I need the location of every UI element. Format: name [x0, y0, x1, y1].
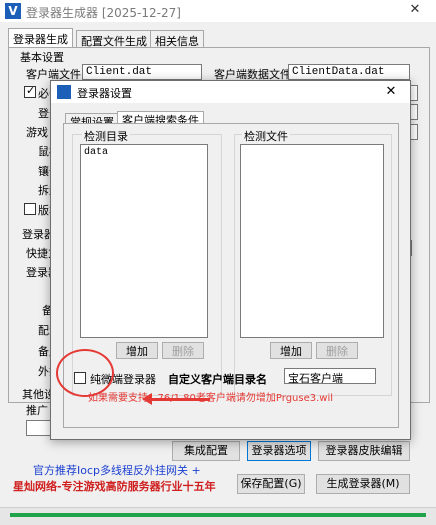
- tab-login-gen[interactable]: 登录器生成: [8, 28, 73, 48]
- tab-info[interactable]: 相关信息: [150, 30, 204, 48]
- save-config-button[interactable]: 保存配置(G): [237, 474, 305, 494]
- dialog-panel: 检测目录 data 增加 删除 检测文件 增加 删除 纯微端登录器 自定义客户端…: [63, 123, 399, 428]
- skin-edit-button[interactable]: 登录器皮肤编辑: [318, 441, 410, 461]
- right-field-3[interactable]: [410, 124, 418, 140]
- dialog-title: 登录器设置: [77, 87, 132, 100]
- login-options-button[interactable]: 登录器选项: [247, 441, 311, 461]
- version-checkbox[interactable]: [24, 203, 36, 215]
- list-item[interactable]: data: [84, 147, 108, 158]
- progress-bar: [10, 513, 426, 517]
- game-label: 游戏: [26, 126, 48, 139]
- right-field-2[interactable]: [410, 104, 418, 120]
- integrate-config-button[interactable]: 集成配置: [172, 441, 240, 461]
- custom-dir-label: 自定义客户端目录名: [168, 373, 267, 386]
- basic-group-label: 基本设置: [20, 51, 64, 64]
- add-dir-button[interactable]: 增加: [116, 342, 158, 359]
- custom-dir-field[interactable]: 宝石客户端: [284, 368, 376, 384]
- required-checkbox[interactable]: [24, 84, 36, 98]
- close-icon[interactable]: ✕: [400, 2, 430, 20]
- detect-dir-list[interactable]: data: [80, 144, 208, 338]
- tab-config-gen[interactable]: 配置文件生成: [76, 30, 152, 48]
- recommend-link[interactable]: 官方推荐Iocp多线程反外挂网关 +: [33, 462, 201, 478]
- delete-dir-button[interactable]: 删除: [162, 342, 204, 359]
- add-file-button[interactable]: 增加: [270, 342, 312, 359]
- window-title: 登录器生成器 [2025-12-27]: [26, 6, 181, 20]
- annotation-arrow-line: [150, 398, 210, 401]
- detect-file-label: 检测文件: [242, 128, 290, 144]
- dialog-title-bar: 登录器设置 ✕: [51, 81, 410, 103]
- app-icon: V: [5, 3, 21, 19]
- title-bar: V 登录器生成器 [2025-12-27] ✕: [0, 0, 436, 22]
- dialog-close-icon[interactable]: ✕: [381, 84, 401, 99]
- right-field-1[interactable]: [410, 85, 418, 101]
- delete-file-button[interactable]: 删除: [316, 342, 358, 359]
- dialog-icon: [57, 85, 71, 99]
- detect-file-list[interactable]: [240, 144, 384, 338]
- detect-dir-label: 检测目录: [82, 128, 130, 144]
- company-link[interactable]: 星灿网络-专注游戏高防服务器行业十五年: [13, 478, 216, 494]
- promo-label: 推广: [26, 404, 48, 417]
- client-file-field[interactable]: Client.dat: [82, 64, 202, 80]
- compat-note: 如果需要支持1.76/1.80老客户端请勿增加Prguse3.wil: [88, 393, 334, 404]
- client-data-field[interactable]: ClientData.dat: [288, 64, 410, 80]
- generate-login-button[interactable]: 生成登录器(M): [316, 474, 410, 494]
- annotation-arrow-icon: [142, 393, 152, 405]
- annotation-circle: [56, 349, 114, 397]
